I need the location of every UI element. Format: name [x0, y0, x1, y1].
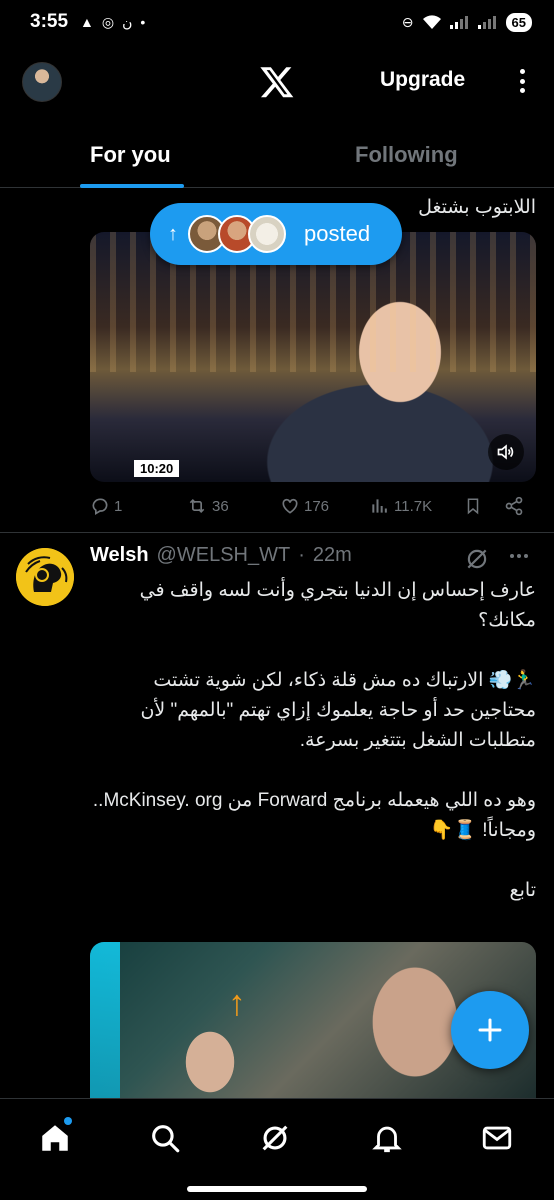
reply-button[interactable]: 1	[90, 496, 122, 516]
share-button[interactable]	[504, 496, 524, 516]
video-timestamp: 10:20	[134, 460, 180, 477]
tweet1-actions: 1 36 176 11.7K	[0, 496, 554, 522]
views-icon	[372, 499, 387, 513]
arrow-up-icon: ↑	[228, 982, 246, 1023]
tweet-timestamp[interactable]: 22m	[313, 544, 352, 567]
grok-nav-icon[interactable]	[258, 1121, 292, 1155]
tweet2-line-2: 🏃‍♂️💨 الارتباك ده مش قلة ذكاء، لكن شوية …	[140, 670, 536, 751]
heart-icon	[282, 498, 298, 514]
compose-button[interactable]	[451, 991, 529, 1069]
status-bar: 3:55 ▲ ◎ ن • ⊖ 65	[0, 0, 554, 44]
app-icon: ◎	[101, 13, 115, 30]
top-header: Upgrade	[0, 52, 554, 110]
notifications-icon[interactable]	[370, 1121, 404, 1155]
signal-icon	[449, 16, 468, 29]
tweet-more-icon[interactable]	[510, 554, 528, 558]
x-logo-icon[interactable]	[259, 64, 295, 100]
dot-icon: •	[140, 14, 146, 30]
author-name[interactable]: Welsh	[90, 544, 149, 567]
repost-count: 36	[212, 497, 229, 515]
author-handle[interactable]: @WELSH_WT	[157, 544, 291, 567]
view-count: 11.7K	[394, 497, 433, 515]
home-icon[interactable]	[38, 1121, 72, 1155]
home-notification-dot	[64, 1117, 72, 1125]
reply-count: 1	[114, 497, 123, 515]
status-notification-icons: ▲ ◎ ن •	[80, 14, 145, 31]
grok-icon[interactable]	[464, 546, 490, 572]
tweet2-line-3: وهو ده اللي هيعمله برنامج Forward من McK…	[92, 790, 536, 841]
share-icon	[505, 496, 523, 516]
tweet2-line-4: تابع	[509, 880, 536, 901]
dnd-icon: ⊖	[401, 13, 414, 30]
welsh-logo-icon	[16, 548, 74, 606]
tweet-divider	[0, 532, 554, 533]
like-button[interactable]: 176	[280, 496, 329, 516]
bookmark-icon	[467, 498, 479, 515]
more-options-icon[interactable]	[514, 66, 530, 96]
wifi-icon	[422, 15, 441, 29]
tweet2-line-1: عارف إحساس إن الدنيا بتجري وأنت لسه واقف…	[139, 580, 536, 631]
repost-icon	[189, 498, 205, 514]
tweet2-header: Welsh @WELSH_WT · 22m	[90, 544, 352, 567]
welsh-avatar[interactable]	[16, 548, 74, 606]
volume-icon[interactable]	[488, 434, 524, 470]
avatar	[248, 215, 286, 253]
arrow-up-icon: ↑	[168, 222, 178, 245]
tab-following[interactable]: Following	[355, 142, 458, 168]
posted-label: posted	[304, 221, 371, 246]
upgrade-button[interactable]: Upgrade	[380, 68, 465, 92]
status-time: 3:55	[30, 11, 69, 32]
tweet1-video[interactable]: 10:20	[90, 232, 536, 482]
like-count: 176	[304, 497, 330, 515]
separator-dot: ·	[298, 544, 305, 566]
active-tab-indicator	[80, 184, 184, 188]
new-posts-pill[interactable]: ↑ posted	[150, 203, 402, 265]
mosque-icon: ▲	[80, 14, 94, 30]
battery-indicator: 65	[505, 12, 532, 32]
plus-icon	[478, 1018, 502, 1042]
messages-icon[interactable]	[480, 1121, 514, 1155]
video-background	[90, 942, 120, 1102]
bottom-navigation	[0, 1098, 554, 1180]
timeline-tabs: For you Following	[0, 122, 554, 188]
pill-avatars	[188, 215, 286, 253]
tab-for-you[interactable]: For you	[90, 142, 171, 168]
signal-2-icon	[477, 16, 496, 29]
battery-level: 65	[511, 14, 526, 30]
tweet2-text: عارف إحساس إن الدنيا بتجري وأنت لسه واقف…	[90, 576, 536, 906]
reply-icon	[92, 498, 108, 515]
gesture-bar[interactable]	[187, 1186, 367, 1192]
profile-avatar[interactable]	[22, 62, 62, 102]
repost-button[interactable]: 36	[186, 496, 229, 516]
views-button[interactable]: 11.7K	[370, 496, 432, 516]
bookmark-button[interactable]	[464, 496, 482, 516]
search-icon[interactable]	[148, 1121, 182, 1155]
noon-app-icon: ن	[122, 13, 133, 30]
